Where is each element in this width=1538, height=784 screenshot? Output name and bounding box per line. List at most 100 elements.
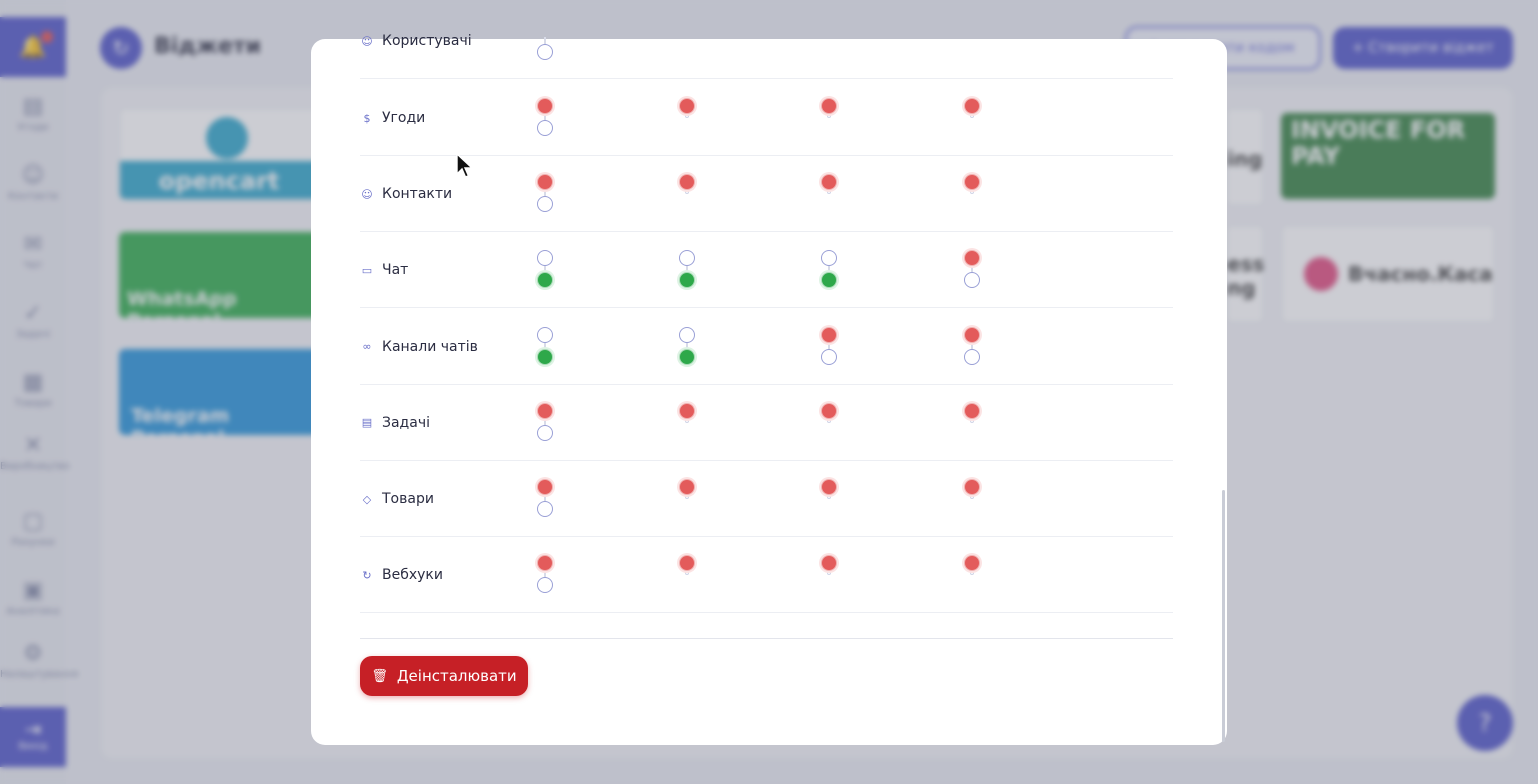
toggle-bottom-dot: [537, 272, 553, 289]
clipboard-icon: ▤: [361, 416, 373, 430]
toggle-red-dot: [821, 479, 837, 495]
toggle-top-dot: [537, 174, 553, 191]
refresh-icon: ↻: [362, 568, 372, 582]
permission-toggle[interactable]: [679, 174, 695, 214]
toggle-red-dot: [964, 98, 980, 114]
toggle-top-dot: [537, 555, 553, 572]
toggle-top-dot: [821, 250, 837, 267]
toggle-bottom-dot: [679, 272, 695, 289]
toggle-red-dot: [679, 174, 695, 191]
toggle-red-dot: [821, 555, 837, 572]
row-label: Угоди: [382, 110, 426, 126]
row-label: Канали чатів: [382, 338, 478, 355]
toggle-top-dot: [679, 250, 695, 267]
toggle-off-dot: [537, 44, 553, 60]
row-label-wrap: ▤ Задачі: [360, 415, 430, 431]
permission-toggle[interactable]: [537, 479, 553, 519]
permission-toggle[interactable]: [964, 98, 980, 138]
row-label-wrap: ▭ Чат: [360, 262, 409, 279]
modal-scrollbar[interactable]: [1222, 490, 1225, 742]
permission-toggle[interactable]: [964, 250, 980, 290]
permission-toggle[interactable]: [679, 402, 695, 443]
permission-toggle[interactable]: [679, 479, 695, 519]
toggle-red-dot: [821, 402, 837, 419]
permission-toggle[interactable]: [821, 174, 837, 214]
permission-toggle[interactable]: [679, 250, 695, 290]
toggle-red-dot: [964, 555, 980, 572]
permission-toggle[interactable]: [537, 402, 553, 443]
permission-toggle[interactable]: [964, 402, 980, 443]
toggle-top-dot: [537, 326, 553, 343]
toggle-bottom-dot: [964, 348, 980, 365]
toggle-top-dot: [537, 250, 553, 267]
toggle-top-dot: [537, 402, 553, 419]
toggle-red-dot: [964, 402, 980, 419]
users-icon: ☺: [361, 34, 373, 48]
permission-toggle[interactable]: [964, 555, 980, 595]
permission-toggle[interactable]: [821, 326, 837, 367]
permission-toggle[interactable]: [821, 402, 837, 443]
chat-icon: ▭: [361, 263, 373, 277]
permission-row: $ Угоди: [360, 80, 1173, 156]
link-icon: ∞: [362, 340, 372, 354]
row-label-wrap: ◇ Товари: [360, 491, 434, 507]
toggle-bottom-dot: [537, 348, 553, 365]
permission-toggle[interactable]: [679, 555, 695, 595]
row-label-wrap: ↻ Вебхуки: [360, 567, 443, 583]
dollar-icon: $: [363, 111, 371, 125]
toggle-red-dot: [679, 402, 695, 419]
permission-toggle[interactable]: [537, 555, 553, 595]
permission-toggle[interactable]: [679, 326, 695, 367]
permission-toggle[interactable]: [679, 98, 695, 138]
permission-toggle[interactable]: [537, 98, 553, 138]
toggle-top-dot: [679, 326, 695, 343]
toggle-bottom-dot: [537, 120, 553, 136]
uninstall-label: Деінсталювати: [396, 667, 517, 685]
row-label: Задачі: [382, 414, 430, 431]
divider: [360, 638, 1173, 639]
toggle-bottom-dot: [537, 577, 553, 594]
toggle-bottom-dot: [821, 272, 837, 289]
row-label-wrap: ☺ Контакти: [360, 186, 452, 202]
toggle-top-dot: [537, 479, 553, 495]
toggle-bottom-dot: [964, 272, 980, 289]
permission-toggle[interactable]: [821, 555, 837, 595]
permission-toggle[interactable]: [964, 479, 980, 519]
toggle-top-dot: [537, 98, 553, 114]
toggle-top-dot: [964, 326, 980, 343]
trash-icon: 🗑: [371, 668, 388, 684]
row-label: Вебхуки: [382, 567, 443, 584]
row-label: Товари: [382, 491, 434, 507]
toggle-red-dot: [821, 98, 837, 114]
box-icon: ◇: [362, 492, 372, 506]
toggle-bottom-dot: [537, 196, 553, 213]
mouse-cursor-icon: [456, 153, 474, 178]
permission-toggle[interactable]: [537, 326, 553, 367]
toggle-red-dot: [679, 555, 695, 572]
uninstall-button[interactable]: 🗑 Деінсталювати: [360, 656, 528, 696]
permission-toggle[interactable]: [821, 98, 837, 138]
permission-toggle[interactable]: [537, 22, 553, 62]
toggle-red-dot: [679, 479, 695, 495]
toggle-red-dot: [964, 479, 980, 495]
permission-row: ∞ Канали чатів: [360, 309, 1173, 385]
toggle-top-dot: [964, 250, 980, 267]
permission-toggle[interactable]: [537, 174, 553, 214]
row-label: Контакти: [382, 186, 453, 203]
permission-toggle[interactable]: [537, 250, 553, 290]
permission-row: ▭ Чат: [360, 232, 1173, 309]
toggle-bottom-dot: [537, 424, 553, 441]
toggle-red-dot: [821, 174, 837, 191]
permission-row: ▤ Задачі: [360, 385, 1173, 461]
row-label-wrap: $ Угоди: [360, 110, 426, 126]
permission-toggle[interactable]: [821, 479, 837, 519]
permission-row: ☺ Контакти: [360, 156, 1173, 233]
permission-toggle[interactable]: [964, 174, 980, 214]
row-label-wrap: ∞ Канали чатів: [360, 339, 478, 355]
permission-toggle[interactable]: [821, 250, 837, 290]
row-label: Користувачі: [382, 33, 472, 49]
row-label: Чат: [382, 262, 409, 279]
toggle-bottom-dot: [679, 348, 695, 365]
toggle-bottom-dot: [537, 501, 553, 517]
permission-toggle[interactable]: [964, 326, 980, 367]
